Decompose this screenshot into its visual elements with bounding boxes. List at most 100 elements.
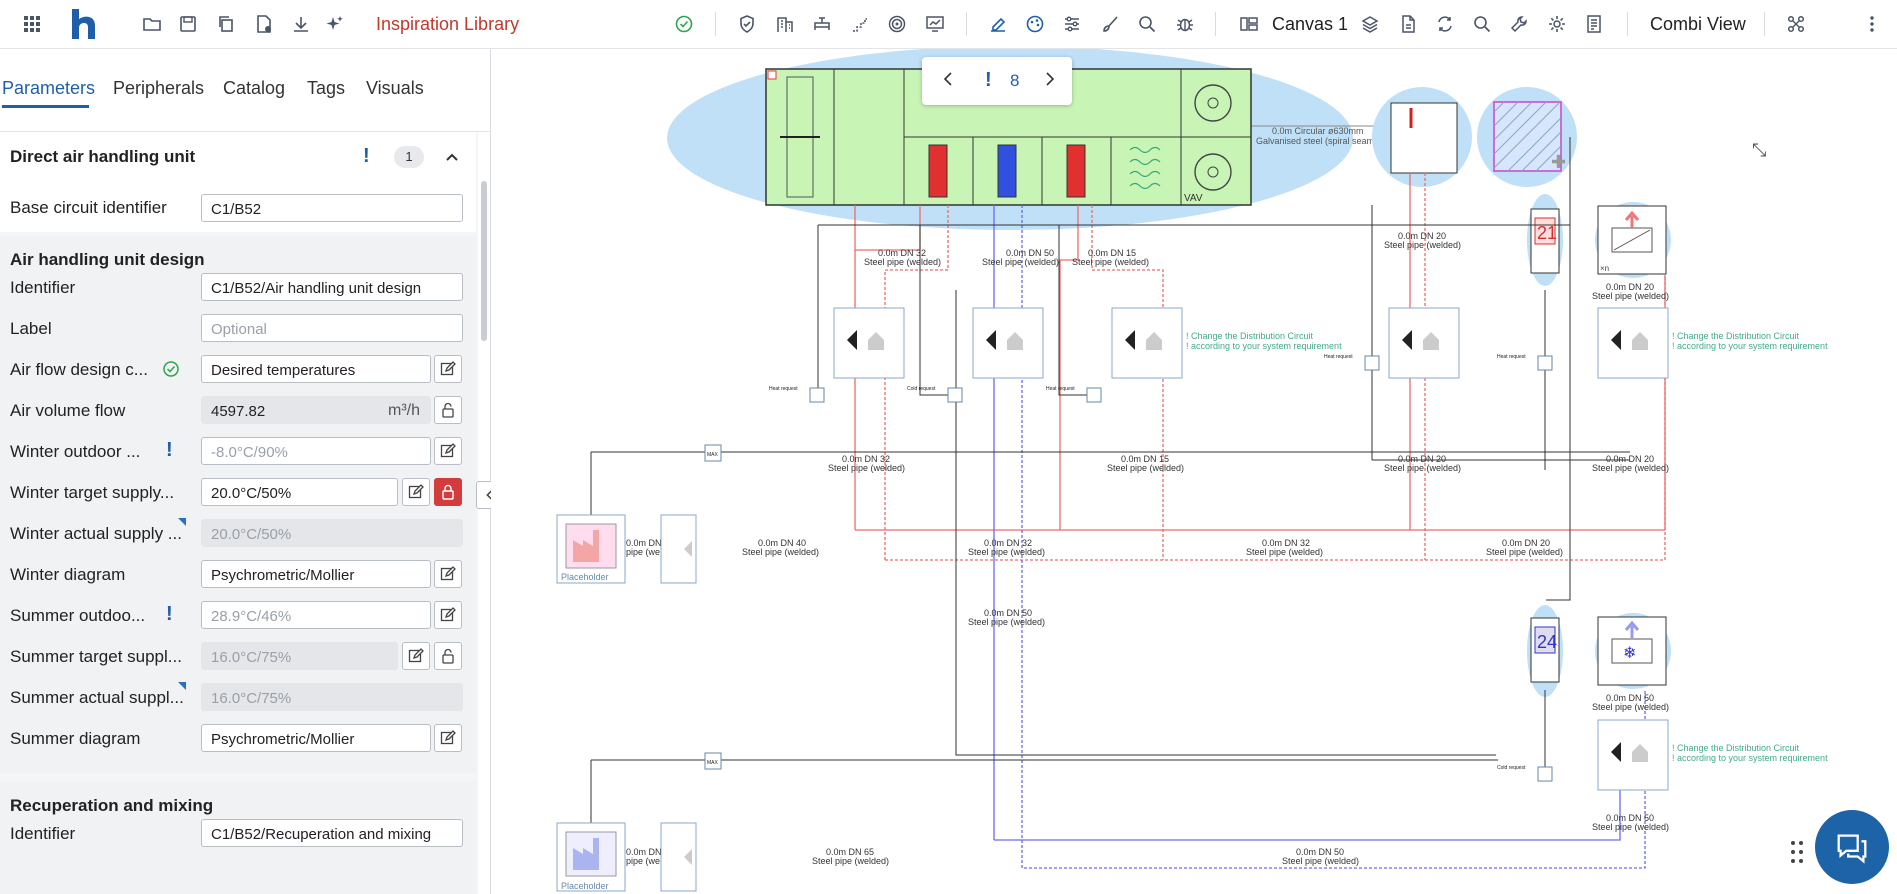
panel-scrollbar[interactable] bbox=[481, 181, 487, 341]
document-title[interactable]: Inspiration Library bbox=[376, 14, 519, 35]
molecule-icon[interactable] bbox=[1784, 12, 1808, 36]
target-icon[interactable] bbox=[885, 12, 909, 36]
document-icon[interactable] bbox=[1396, 12, 1420, 36]
placeholder-label: Placeholder bbox=[561, 572, 609, 582]
chevron-right-icon[interactable] bbox=[1042, 68, 1058, 95]
save-icon[interactable] bbox=[176, 12, 200, 36]
edit-icon[interactable] bbox=[434, 437, 462, 465]
app-logo[interactable] bbox=[68, 6, 98, 42]
label-field[interactable]: Optional bbox=[201, 314, 463, 342]
summer-diagram-field[interactable]: Psychrometric/Mollier bbox=[201, 724, 431, 752]
parameters-scroll-area[interactable]: Direct air handling unit ! 1 Base circui… bbox=[0, 132, 478, 894]
pipe-label: Steel pipe (welded) bbox=[1592, 702, 1669, 712]
duct-label: 0.0m Circular ø630mm bbox=[1272, 126, 1364, 136]
building-icon[interactable] bbox=[773, 12, 797, 36]
damper-device[interactable] bbox=[1390, 102, 1458, 174]
hvac-schematic[interactable]: 0.0m Circular ø630mm Galvanised steel (s… bbox=[491, 49, 1897, 894]
base-circuit-field[interactable]: C1/B52 bbox=[201, 194, 463, 222]
winter-diagram-field[interactable]: Psychrometric/Mollier bbox=[201, 560, 431, 588]
edit-icon[interactable] bbox=[434, 560, 462, 588]
unit-icon[interactable] bbox=[810, 12, 834, 36]
view-selector[interactable]: Combi View bbox=[1650, 14, 1746, 35]
brush-icon[interactable] bbox=[1098, 12, 1122, 36]
cold-request-box[interactable] bbox=[947, 387, 963, 403]
summer-target-supply-field[interactable]: 16.0°C/75% bbox=[201, 642, 398, 670]
toolbar-divider bbox=[966, 12, 967, 36]
air-flow-design-field[interactable]: Desired temperatures bbox=[201, 355, 431, 383]
edit-icon[interactable] bbox=[434, 601, 462, 629]
direct-air-unit-header[interactable]: Direct air handling unit ! 1 bbox=[0, 132, 476, 184]
schematic-canvas[interactable]: 0.0m Circular ø630mm Galvanised steel (s… bbox=[491, 49, 1897, 894]
edit-icon[interactable] bbox=[402, 478, 430, 506]
chevron-left-icon[interactable] bbox=[940, 68, 956, 95]
palette-icon[interactable] bbox=[1023, 12, 1047, 36]
pipe-label: Steel pipe (welded) bbox=[1384, 463, 1461, 473]
tab-visuals[interactable]: Visuals bbox=[366, 78, 424, 99]
section-title: Recuperation and mixing bbox=[10, 796, 214, 815]
section-title: Direct air handling unit bbox=[10, 147, 196, 166]
winter-outdoor-field[interactable]: -8.0°C/90% bbox=[201, 437, 431, 465]
cold-request-box[interactable] bbox=[1537, 766, 1553, 782]
stairs-icon[interactable] bbox=[848, 12, 872, 36]
vav-label: VAV bbox=[1184, 193, 1203, 204]
snowflake-icon: ❄ bbox=[1623, 645, 1636, 662]
sparkle-icon[interactable] bbox=[323, 12, 347, 36]
wrench-icon[interactable] bbox=[1507, 12, 1531, 36]
cooling-coil[interactable] bbox=[997, 144, 1017, 198]
tab-peripherals[interactable]: Peripherals bbox=[113, 78, 204, 99]
identifier-field[interactable]: C1/B52/Recuperation and mixing bbox=[201, 819, 463, 847]
winter-actual-supply-label: Winter actual supply ... bbox=[10, 524, 182, 543]
report-icon[interactable] bbox=[1582, 12, 1606, 36]
heat-request-box[interactable] bbox=[1364, 355, 1380, 371]
max-label: MAX bbox=[707, 760, 719, 766]
tab-tags[interactable]: Tags bbox=[307, 78, 345, 99]
edit-pencil-icon[interactable] bbox=[986, 12, 1010, 36]
reheat-coil[interactable] bbox=[1066, 144, 1086, 198]
bug-icon[interactable] bbox=[1173, 12, 1197, 36]
sliders-icon[interactable] bbox=[1060, 12, 1084, 36]
winter-target-supply-field[interactable]: 20.0°C/50% bbox=[201, 478, 398, 506]
edit-icon[interactable] bbox=[402, 642, 430, 670]
edit-icon[interactable] bbox=[434, 724, 462, 752]
zoom-search-icon[interactable] bbox=[1135, 12, 1159, 36]
heat-request-box[interactable] bbox=[809, 387, 825, 403]
unlock-icon[interactable] bbox=[434, 642, 462, 670]
toolbar-divider bbox=[1215, 12, 1216, 36]
warning-mark: ! bbox=[166, 439, 173, 461]
summer-outdoor-field[interactable]: 28.9°C/46% bbox=[201, 601, 431, 629]
more-menu-icon[interactable] bbox=[1860, 12, 1884, 36]
unlock-icon[interactable] bbox=[434, 396, 462, 424]
air-flow-design-label: Air flow design c... bbox=[10, 360, 148, 379]
download-icon[interactable] bbox=[289, 12, 313, 36]
chevron-up-icon[interactable] bbox=[444, 149, 460, 165]
gear-icon[interactable] bbox=[1545, 12, 1569, 36]
layers-icon[interactable] bbox=[1358, 12, 1382, 36]
heat-request-box[interactable] bbox=[1086, 387, 1102, 403]
chart-monitor-icon[interactable] bbox=[923, 12, 947, 36]
edit-icon[interactable] bbox=[434, 355, 462, 383]
chat-support-button[interactable] bbox=[1815, 810, 1889, 884]
heating-coil[interactable] bbox=[928, 144, 948, 198]
top-toolbar: Inspiration Library Canvas 1 Combi View bbox=[0, 0, 1897, 49]
toolbar-divider bbox=[1764, 12, 1765, 36]
canvas-layout-icon[interactable] bbox=[1237, 12, 1261, 36]
drag-handle-icon[interactable] bbox=[1790, 840, 1804, 864]
copy-icon[interactable] bbox=[214, 12, 238, 36]
open-folder-icon[interactable] bbox=[140, 12, 164, 36]
apps-grid-icon[interactable] bbox=[20, 12, 44, 36]
air-volume-flow-field[interactable]: 4597.82 m³/h bbox=[201, 396, 431, 424]
cold-request-label: Cold request bbox=[1497, 765, 1526, 771]
identifier-field[interactable]: C1/B52/Air handling unit design bbox=[201, 273, 463, 301]
heat-request-label: Heat request bbox=[1046, 386, 1075, 392]
lock-icon[interactable] bbox=[434, 478, 462, 506]
heat-request-box[interactable] bbox=[1537, 355, 1553, 371]
sync-icon[interactable] bbox=[1433, 12, 1457, 36]
warning-count-badge: 1 bbox=[394, 146, 424, 168]
tab-parameters[interactable]: Parameters bbox=[2, 78, 95, 99]
search-icon[interactable] bbox=[1470, 12, 1494, 36]
canvas-selector[interactable]: Canvas 1 bbox=[1272, 14, 1348, 35]
tab-catalog[interactable]: Catalog bbox=[223, 78, 285, 99]
collapse-arrows-icon[interactable]: ⤡ bbox=[1752, 140, 1766, 160]
shield-check-icon[interactable] bbox=[735, 12, 759, 36]
new-file-icon[interactable] bbox=[252, 12, 276, 36]
